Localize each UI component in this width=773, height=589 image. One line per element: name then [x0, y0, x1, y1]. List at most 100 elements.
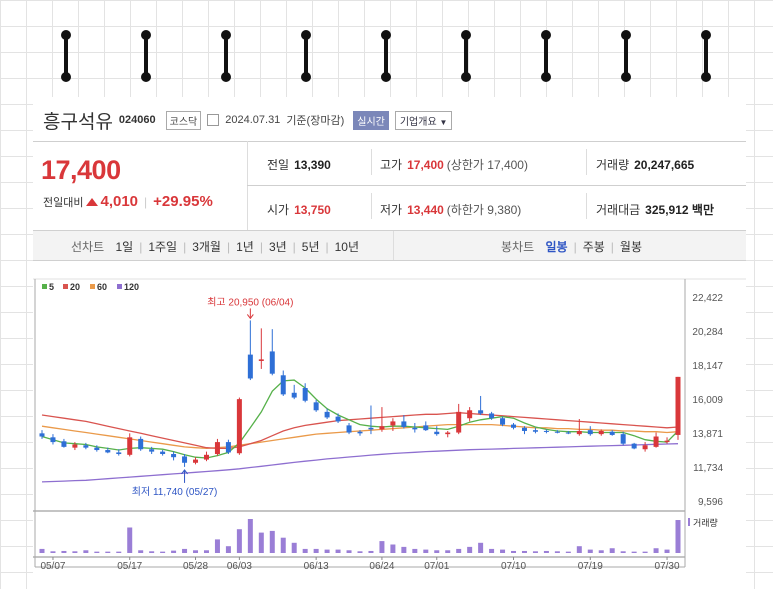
candle-body [105, 450, 111, 453]
volume-bar [83, 550, 89, 553]
binder-ring [141, 30, 151, 82]
candle [193, 457, 199, 465]
candle-body [39, 433, 45, 437]
candle-body [565, 432, 571, 434]
volume-bar [258, 532, 264, 553]
volume-bar [247, 519, 253, 553]
volume-legend-label: 거래량 [693, 517, 718, 528]
ma120-line [41, 443, 679, 483]
volume-bar [313, 548, 319, 553]
candle-body [357, 431, 363, 434]
x-tick-label: 06/24 [369, 561, 394, 572]
candle-body [675, 376, 681, 435]
volume-bar [521, 550, 527, 553]
volume-bar [500, 549, 506, 553]
y-tick-label: 18,147 [692, 361, 723, 372]
candle-body [138, 438, 144, 450]
candle-body [171, 454, 177, 458]
binder-rings [0, 30, 773, 90]
candle-body [236, 399, 242, 454]
volume-bar [445, 550, 451, 553]
candle-body [543, 430, 549, 432]
volume-bar [609, 548, 615, 553]
legend-swatch-5 [42, 284, 47, 289]
volume-bar [664, 549, 670, 553]
candle-body [620, 434, 626, 444]
candle-body [160, 451, 166, 455]
volume-bar [193, 550, 199, 553]
candle-body [401, 421, 407, 427]
candle-body [313, 402, 319, 411]
volume-bar [225, 546, 231, 553]
candle [313, 399, 319, 412]
candle-body [478, 410, 484, 414]
x-tick-label: 06/13 [304, 561, 329, 572]
volume-bar [379, 541, 385, 553]
candle-body [193, 459, 199, 463]
binder-ring [61, 30, 71, 82]
candle-body [258, 359, 264, 361]
candle-body [72, 444, 78, 448]
volume-bar [423, 549, 429, 553]
candle [171, 451, 177, 461]
candle [269, 329, 275, 376]
candle-body [554, 431, 560, 433]
volume-bar [587, 549, 593, 553]
y-tick-label: 16,009 [692, 395, 723, 406]
candle-body [116, 452, 122, 455]
candle-body [127, 437, 133, 455]
candle-body [423, 425, 429, 431]
volume-bar [105, 551, 111, 553]
volume-bar [401, 546, 407, 553]
candle-body [83, 445, 89, 448]
candle-body [94, 447, 100, 451]
candle-body [280, 375, 286, 395]
price-chart[interactable]: 5 20 60 120 22,422 20,284 18,147 16,009 13,871 11… [33, 97, 746, 589]
volume-bar [554, 551, 560, 553]
candle [236, 397, 242, 455]
candle-body [269, 351, 275, 374]
candle-body [50, 437, 56, 443]
candle [478, 395, 484, 416]
candle-body [203, 454, 209, 460]
candle-body [521, 427, 527, 431]
candle-body [576, 430, 582, 435]
candle-body [511, 424, 517, 428]
candle [532, 427, 538, 434]
candle [620, 431, 626, 446]
binder-ring [221, 30, 231, 82]
volume-bar [456, 548, 462, 553]
candle [587, 426, 593, 436]
candle [445, 430, 451, 438]
volume-bar [291, 542, 297, 553]
volume-bar [434, 550, 440, 553]
max-price-annotation: 최고 20,950 (06/04) [207, 296, 293, 308]
legend-label-60: 60 [97, 282, 107, 292]
volume-bar [565, 551, 571, 553]
candle-body [390, 421, 396, 426]
candle-body [456, 411, 462, 433]
volume-bar [61, 550, 67, 553]
x-tick-label: 07/30 [655, 561, 680, 572]
candle-body [642, 445, 648, 450]
volume-bar [94, 551, 100, 553]
volume-bar [598, 550, 604, 553]
candle [291, 384, 297, 400]
volume-bar [478, 542, 484, 553]
candle-body [149, 449, 155, 452]
binder-ring [541, 30, 551, 82]
candle [247, 320, 253, 381]
x-tick-label: 05/28 [183, 561, 208, 572]
candle-body [346, 425, 352, 433]
volume-bar [50, 551, 56, 553]
volume-bar [576, 546, 582, 553]
legend-swatch-60 [90, 284, 95, 289]
candle [379, 407, 385, 432]
candle-body [587, 430, 593, 435]
candle-body [379, 426, 385, 430]
volume-bar [203, 550, 209, 553]
candle [258, 328, 264, 369]
volume-bar [653, 548, 659, 553]
candle-body [324, 411, 330, 418]
candle-body [302, 388, 308, 401]
